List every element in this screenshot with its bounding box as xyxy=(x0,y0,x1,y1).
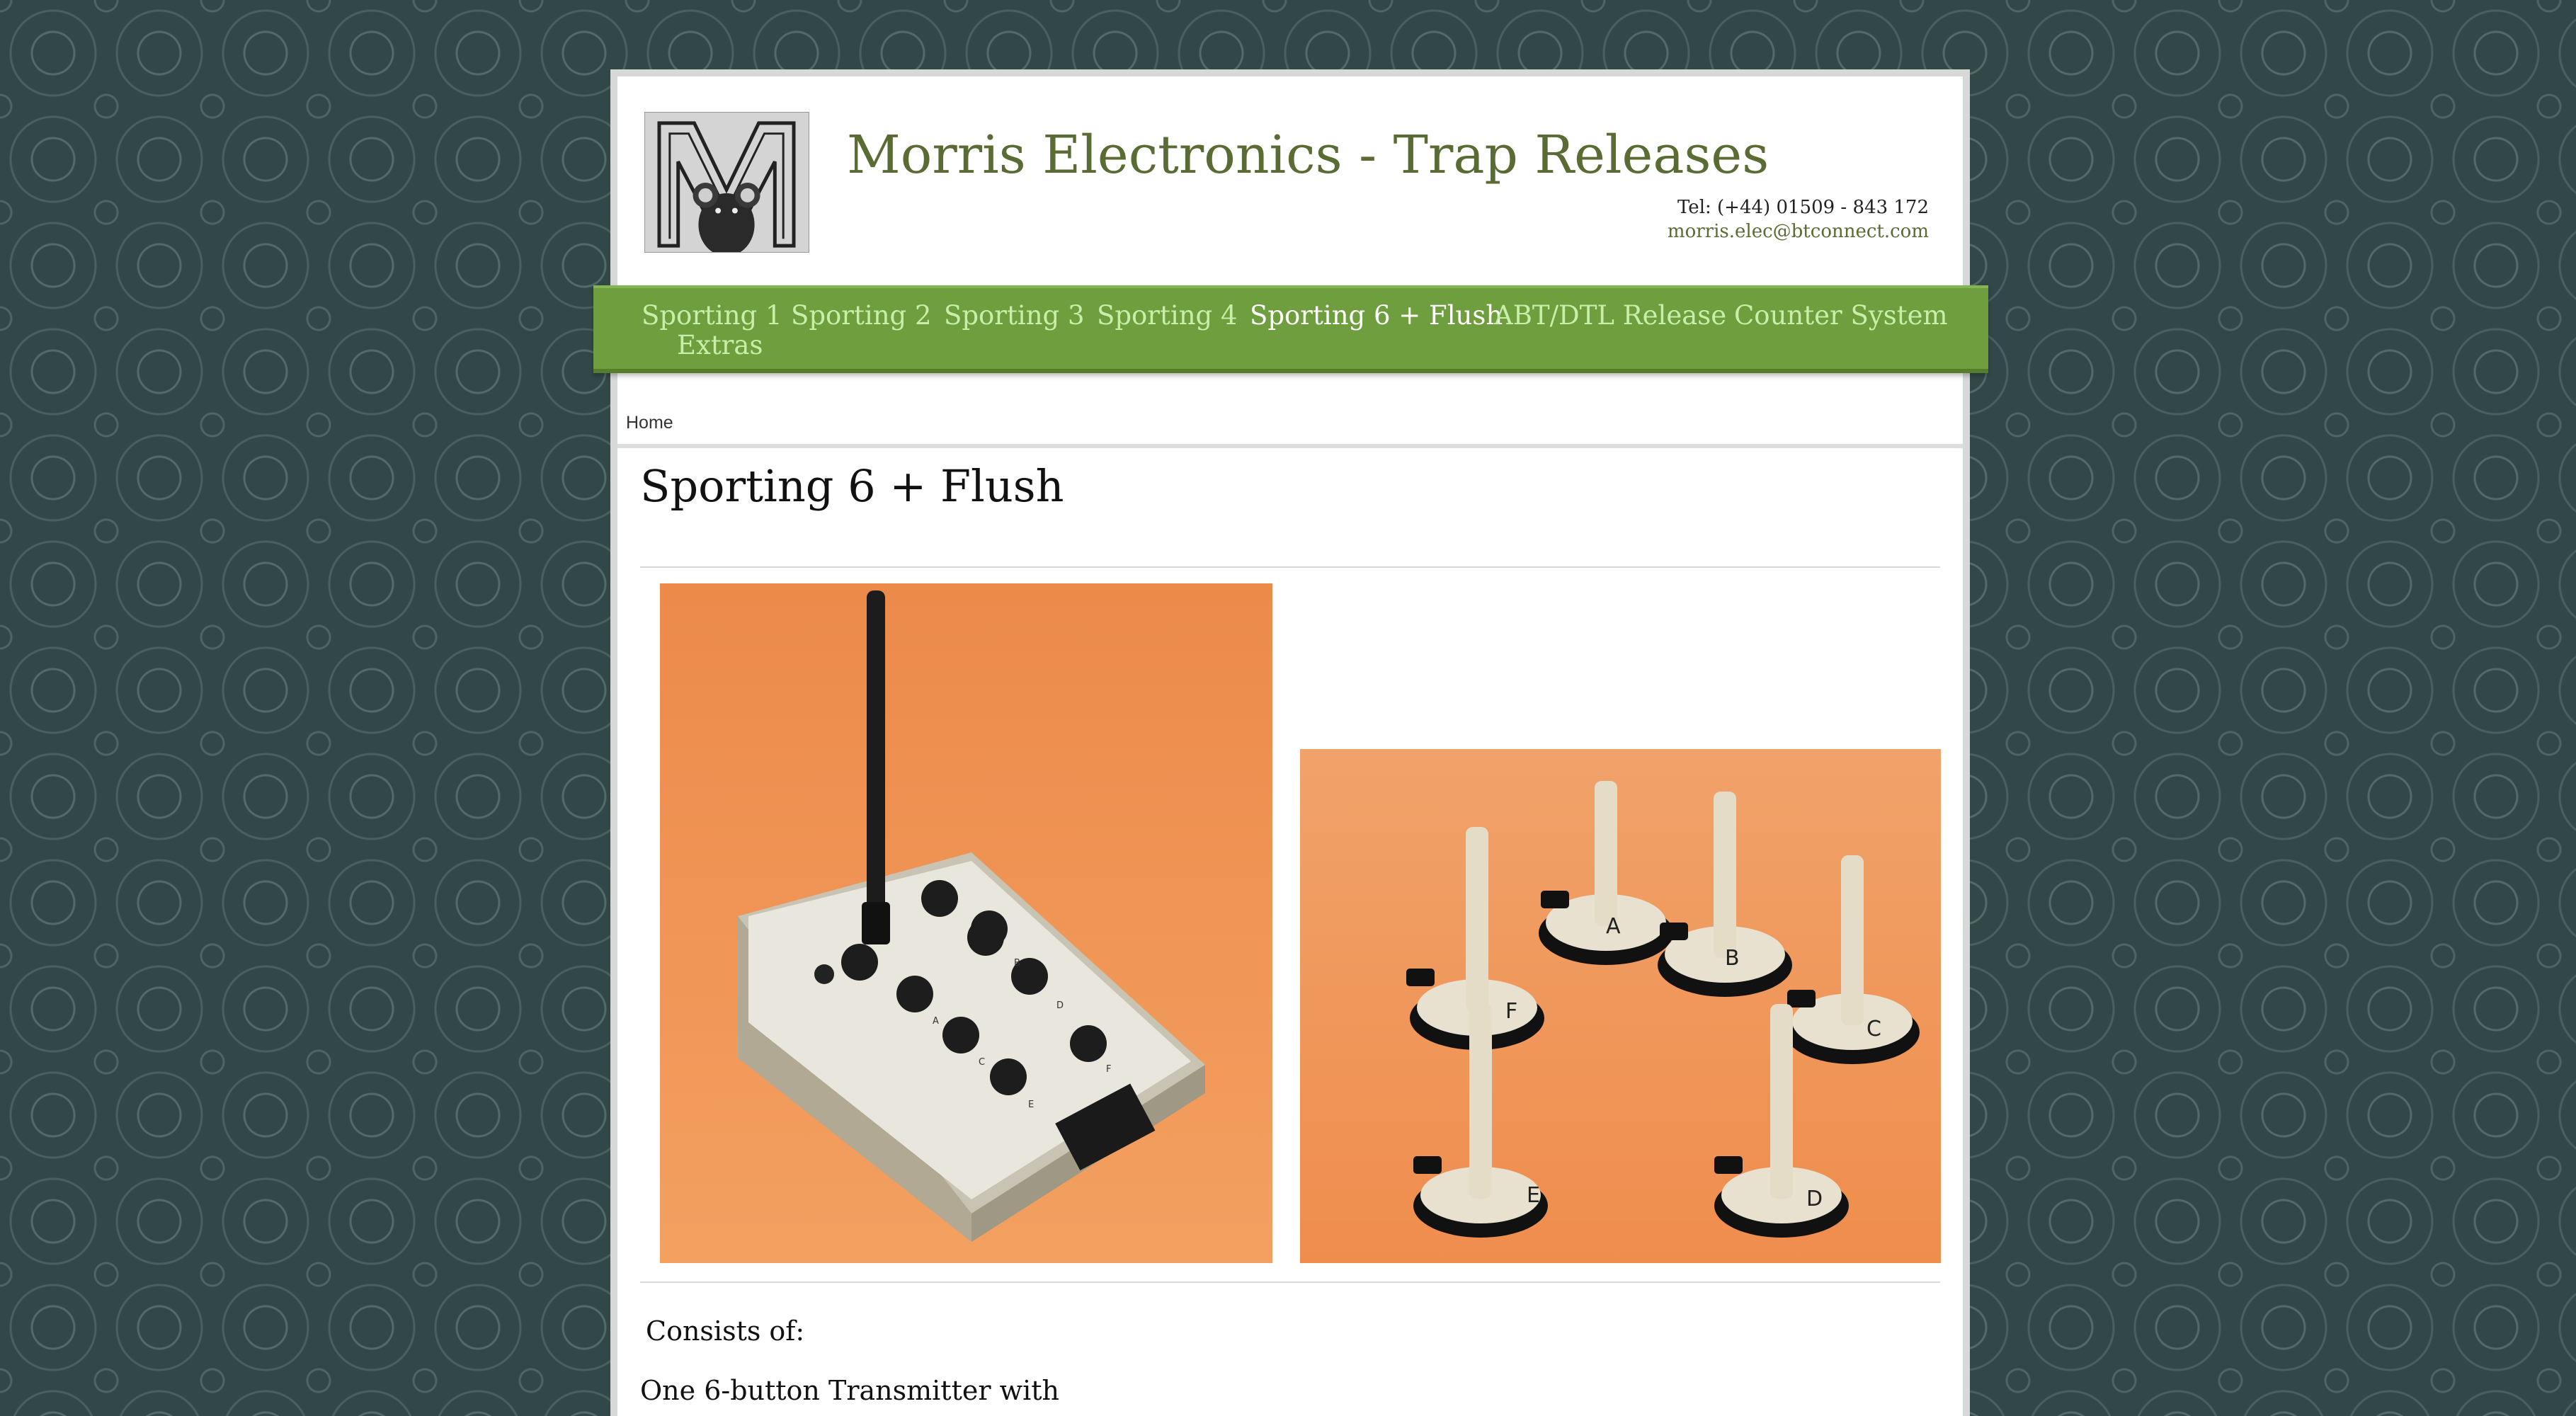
transmitter-label-d: D xyxy=(1056,1000,1064,1011)
transmitter-label-f: F xyxy=(1106,1064,1111,1075)
nav-item-abt-dtl-release[interactable]: ABT/DTL Release xyxy=(1494,301,1726,331)
divider xyxy=(640,566,1940,568)
receiver-label-e: E xyxy=(1527,1183,1540,1208)
page-title: Sporting 6 + Flush xyxy=(640,460,1064,512)
nav-item-counter-system[interactable]: Counter System xyxy=(1734,301,1948,331)
transmitter-description-text: One 6-button Transmitter with xyxy=(640,1375,1060,1406)
transmitter-label-a: A xyxy=(933,1016,939,1027)
nav-item-extras[interactable]: Extras xyxy=(677,331,763,360)
nav-item-sporting-6-flush[interactable]: Sporting 6 + Flush xyxy=(1250,301,1503,331)
logo-m-mouse-icon xyxy=(645,113,809,252)
divider xyxy=(640,1281,1940,1283)
email-link[interactable]: morris.elec@btconnect.com xyxy=(1668,219,1929,244)
site-title: Morris Electronics - Trap Releases xyxy=(847,125,1769,185)
receiver-label-f: F xyxy=(1505,999,1517,1024)
transmitter-photo: A B C D E F xyxy=(660,583,1272,1263)
receiver-label-a: A xyxy=(1606,914,1621,939)
breadcrumb-home[interactable]: Home xyxy=(626,413,673,433)
transmitter-label-c: C xyxy=(979,1057,985,1068)
phone-number: Tel: (+44) 01509 - 843 172 xyxy=(1677,197,1929,218)
transmitter-label-b: B xyxy=(1014,958,1020,969)
receivers-photo: A B C F E D xyxy=(1300,749,1941,1263)
receiver-label-b: B xyxy=(1725,946,1740,971)
nav-item-sporting-2[interactable]: Sporting 2 xyxy=(791,301,932,331)
nav-item-sporting-1[interactable]: Sporting 1 xyxy=(642,301,782,331)
nav-item-sporting-3[interactable]: Sporting 3 xyxy=(944,301,1085,331)
receiver-label-d: D xyxy=(1806,1187,1823,1211)
contact-info: Tel: (+44) 01509 - 843 172 morris.elec@b… xyxy=(1668,195,1929,244)
transmitter-label-e: E xyxy=(1028,1100,1034,1110)
receiver-label-c: C xyxy=(1867,1017,1881,1041)
nav-item-sporting-4[interactable]: Sporting 4 xyxy=(1097,301,1238,331)
consists-of-text: Consists of: xyxy=(646,1315,805,1347)
breadcrumb: Home xyxy=(617,386,1963,448)
main-navigation: Sporting 1 Sporting 2 Sporting 3 Sportin… xyxy=(593,285,1988,373)
site-logo[interactable] xyxy=(644,112,809,253)
